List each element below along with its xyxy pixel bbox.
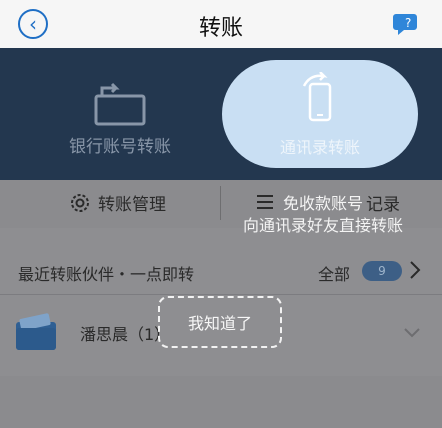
bank-transfer-label[interactable]: 银行账号转账	[0, 132, 240, 157]
got-it-button[interactable]: 我知道了	[158, 296, 282, 348]
recent-partners-label: 最近转账伙伴・一点即转	[18, 265, 195, 284]
svg-text:?: ?	[405, 16, 411, 30]
transfer-manage-button[interactable]: 转账管理	[98, 190, 166, 215]
tooltip-line-1: 免收款账号	[282, 194, 363, 213]
chevron-down-icon[interactable]	[402, 326, 422, 340]
bank-card-transfer-icon	[94, 82, 146, 126]
contacts-transfer-label: 通讯录转账	[279, 138, 360, 157]
all-partners-link[interactable]: 全部	[318, 261, 350, 285]
phone-transfer-icon	[302, 72, 332, 122]
wallet-icon	[16, 313, 56, 350]
help-chat-icon[interactable]: ?	[392, 8, 422, 38]
menu-divider	[220, 186, 221, 220]
chevron-right-icon[interactable]	[408, 256, 422, 284]
contact-name: 潘思晨（1）	[80, 325, 171, 344]
count-badge: 9	[362, 261, 402, 281]
empty-area	[0, 376, 442, 428]
page-title: 转账	[198, 16, 243, 41]
gear-icon	[71, 194, 89, 212]
tooltip-line-2: 向通讯录好友直接转账	[242, 216, 403, 235]
row-separator	[0, 294, 442, 295]
